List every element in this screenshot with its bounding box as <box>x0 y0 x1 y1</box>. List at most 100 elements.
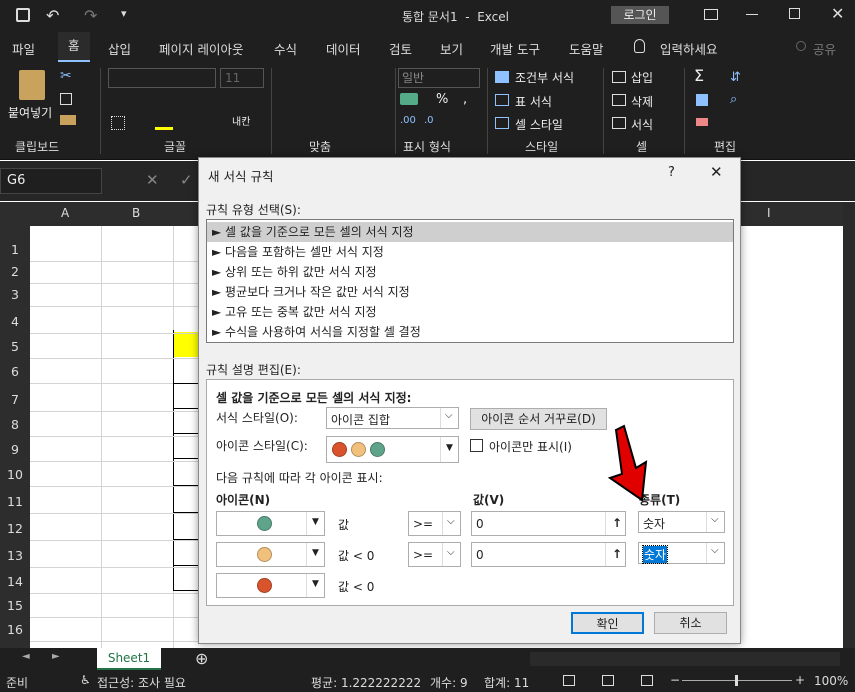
ribbon-options-icon[interactable] <box>704 9 718 20</box>
row-header[interactable]: 13 <box>0 548 30 563</box>
reverse-icon-order-button[interactable]: 아이콘 순서 거꾸로(D) <box>470 408 607 430</box>
prev-sheet-icon[interactable]: ◄ <box>22 651 30 662</box>
column-header-i[interactable]: I <box>767 206 771 220</box>
tab-data[interactable]: 데이터 <box>326 39 361 58</box>
accounting-icon[interactable] <box>400 93 418 105</box>
vertical-scrollbar[interactable] <box>843 202 855 648</box>
tab-review[interactable]: 검토 <box>389 39 412 58</box>
percent-icon[interactable]: % <box>436 92 448 107</box>
type-combo-1[interactable]: 숫자 ⌵ <box>638 511 725 533</box>
row-header[interactable]: 7 <box>0 392 30 407</box>
page-layout-view-icon[interactable] <box>602 675 614 686</box>
value-input-2[interactable]: 0 ↑ <box>471 542 626 567</box>
value-input-1[interactable]: 0 ↑ <box>471 511 626 536</box>
rule-type-item[interactable]: ► 평균보다 크거나 작은 값만 서식 지정 <box>207 282 733 302</box>
increase-decimal-icon[interactable]: .00 <box>400 115 416 126</box>
fill-icon[interactable] <box>696 94 708 106</box>
horizontal-scrollbar[interactable] <box>530 652 840 666</box>
autosum-icon[interactable]: Σ <box>694 66 704 85</box>
undo-icon[interactable]: ↶ <box>46 6 59 25</box>
help-button[interactable]: ? <box>668 165 675 180</box>
normal-view-icon[interactable] <box>563 675 575 686</box>
enter-icon[interactable]: ✓ <box>180 171 193 189</box>
number-format-combo[interactable]: 일반 <box>398 68 480 88</box>
cancel-button[interactable]: 취소 <box>654 612 727 634</box>
format-painter-icon[interactable] <box>60 115 76 125</box>
dialog-close-icon[interactable]: ✕ <box>710 163 723 181</box>
add-sheet-icon[interactable]: ⊕ <box>195 649 208 668</box>
tab-developer[interactable]: 개발 도구 <box>490 39 540 58</box>
clear-icon[interactable] <box>696 118 708 126</box>
login-button[interactable]: 로그인 <box>611 6 669 24</box>
tab-view[interactable]: 보기 <box>440 39 463 58</box>
delete-cells-button[interactable]: 삭제 <box>631 93 653 110</box>
operator-combo-2[interactable]: >= ⌵ <box>408 542 461 567</box>
next-sheet-icon[interactable]: ► <box>52 651 60 662</box>
icon-only-label[interactable]: 아이콘만 표시(I) <box>489 438 572 455</box>
row-header[interactable]: 16 <box>0 622 30 637</box>
table-format-button[interactable]: 표 서식 <box>515 93 552 110</box>
name-box[interactable]: G6 <box>0 168 102 194</box>
icon-combo-1[interactable]: ▼ <box>216 511 325 536</box>
tab-home[interactable]: 홈 <box>58 32 90 62</box>
row-header[interactable]: 10 <box>0 467 30 482</box>
row-header[interactable]: 14 <box>0 574 30 589</box>
fill-color-icon[interactable] <box>155 114 173 130</box>
share-icon[interactable] <box>796 41 806 51</box>
save-icon[interactable] <box>16 8 30 22</box>
icon-style-combo[interactable]: ▼ <box>326 436 459 463</box>
cancel-entry-icon[interactable]: ✕ <box>146 171 159 189</box>
row-header[interactable]: 8 <box>0 417 30 432</box>
row-header[interactable]: 11 <box>0 494 30 509</box>
format-style-combo[interactable]: 아이콘 집합 ⌵ <box>326 407 459 429</box>
sort-filter-icon[interactable]: ⇵ <box>730 70 741 85</box>
page-break-view-icon[interactable] <box>641 675 653 686</box>
operator-combo-1[interactable]: >= ⌵ <box>408 511 461 536</box>
wrap-text-button[interactable]: 내칸 <box>232 113 250 128</box>
comma-icon[interactable]: , <box>463 92 467 107</box>
rule-type-item[interactable]: ► 수식을 사용하여 서식을 지정할 셀 결정 <box>207 322 733 342</box>
ok-button[interactable]: 확인 <box>571 612 644 634</box>
rule-type-item[interactable]: ► 셀 값을 기준으로 모든 셀의 서식 지정 <box>207 222 733 242</box>
borders-icon[interactable] <box>111 116 125 130</box>
insert-cells-button[interactable]: 삽입 <box>631 69 653 86</box>
tab-page-layout[interactable]: 페이지 레이아웃 <box>159 39 243 58</box>
find-select-icon[interactable]: ⌕ <box>730 92 737 107</box>
minimize-icon[interactable] <box>746 14 758 15</box>
row-header[interactable]: 5 <box>0 339 30 354</box>
close-icon[interactable]: ✕ <box>831 4 844 23</box>
font-name-combo[interactable] <box>108 68 216 88</box>
sheet-tab-sheet1[interactable]: Sheet1 <box>97 648 161 670</box>
conditional-format-button[interactable]: 조건부 서식 <box>515 69 574 86</box>
row-header[interactable]: 12 <box>0 521 30 536</box>
row-header[interactable]: 1 <box>0 242 30 257</box>
column-header-a[interactable]: A <box>61 206 69 220</box>
row-header[interactable]: 3 <box>0 287 30 302</box>
tab-file[interactable]: 파일 <box>12 39 35 58</box>
tab-help[interactable]: 도움말 <box>569 39 604 58</box>
decrease-decimal-icon[interactable]: .0 <box>424 115 434 126</box>
zoom-in-icon[interactable]: + <box>795 673 805 687</box>
rule-type-item[interactable]: ► 고유 또는 중복 값만 서식 지정 <box>207 302 733 322</box>
row-header[interactable]: 9 <box>0 442 30 457</box>
icon-combo-2[interactable]: ▼ <box>216 542 325 567</box>
copy-icon[interactable] <box>60 93 72 105</box>
type-combo-2[interactable]: 숫자 ⌵ <box>638 542 725 564</box>
format-cells-button[interactable]: 서식 <box>631 116 653 133</box>
row-header[interactable]: 6 <box>0 364 30 379</box>
font-size-combo[interactable]: 11 <box>220 68 264 88</box>
icon-combo-3[interactable]: ▼ <box>216 573 325 598</box>
cell-style-button[interactable]: 셀 스타일 <box>515 116 563 133</box>
rule-type-item[interactable]: ► 상위 또는 하위 값만 서식 지정 <box>207 262 733 282</box>
paste-button[interactable]: 붙여넣기 <box>8 104 52 121</box>
zoom-out-icon[interactable]: − <box>670 673 680 687</box>
tab-formulas[interactable]: 수식 <box>274 39 297 58</box>
share-button[interactable]: 공유 <box>813 39 836 58</box>
customize-icon[interactable]: ▾ <box>121 7 127 20</box>
tell-me-input[interactable]: 입력하세요 <box>660 39 718 58</box>
maximize-icon[interactable] <box>789 8 800 19</box>
zoom-thumb[interactable] <box>735 675 738 686</box>
row-header[interactable]: 2 <box>0 264 30 279</box>
paste-icon[interactable] <box>19 70 45 100</box>
accessibility-status[interactable]: 접근성: 조사 필요 <box>97 674 186 691</box>
